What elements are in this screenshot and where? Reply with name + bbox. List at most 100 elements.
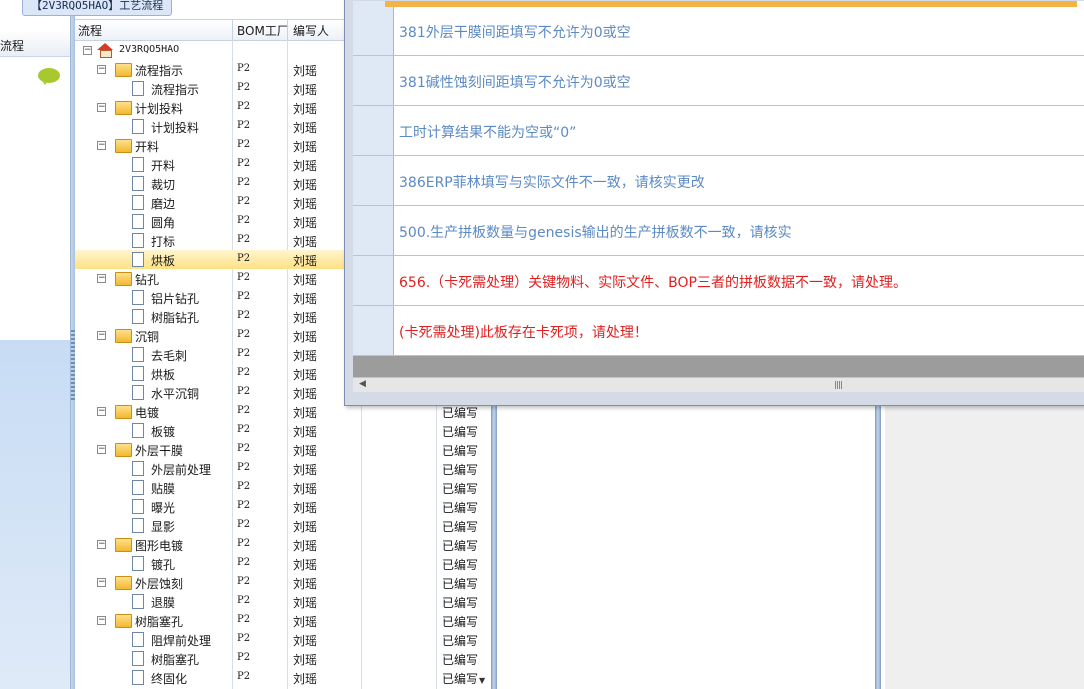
tree-step-row[interactable]: 打标 P2 刘瑶 [75,231,345,250]
collapse-icon[interactable]: − [97,274,106,283]
collapse-icon[interactable]: − [97,445,106,454]
collapse-icon[interactable]: − [97,616,106,625]
tree-step-row[interactable]: 裁切 P2 刘瑶 [75,174,345,193]
tree-step-row[interactable]: 贴膜 P2 刘瑶 [75,478,345,497]
document-icon [132,366,144,381]
bom-factory-cell: P2 [237,424,251,435]
error-row[interactable]: (卡死需处理)此板存在卡死项，请处理！ [353,306,1084,356]
collapse-icon[interactable]: − [97,141,106,150]
tree-folder-row[interactable]: − 钻孔 P2 刘瑶 [75,269,345,288]
status-cell: 已编写 [442,558,478,572]
tree-folder-row[interactable]: − 树脂塞孔 P2 刘瑶 [75,611,345,630]
error-row[interactable]: 386ERP菲林填写与实际文件不一致，请核实更改 [353,156,1084,206]
status-cell: 已编写 [442,539,478,553]
step-name: 计划投料 [151,121,200,135]
bom-factory-cell: P2 [237,386,251,397]
error-message: 656.（卡死需处理）关键物料、实际文件、BOP三者的拼板数据不一致，请处理。 [399,275,907,291]
writer-cell: 刘瑶 [293,558,318,572]
document-icon [132,632,144,647]
writer-cell: 刘瑶 [293,615,318,629]
bom-factory-cell: P2 [237,158,251,169]
tree-step-row[interactable]: 铝片钻孔 P2 刘瑶 [75,288,345,307]
step-name: 流程指示 [135,64,184,78]
document-icon [132,195,144,210]
tree-step-row[interactable]: 去毛刺 P2 刘瑶 [75,345,345,364]
tree-folder-row[interactable]: − 图形电镀 P2 刘瑶 [75,535,345,554]
tree-folder-row[interactable]: − 开料 P2 刘瑶 [75,136,345,155]
collapse-icon[interactable]: − [97,103,106,112]
collapse-icon[interactable]: − [97,407,106,416]
tree-step-row[interactable]: 计划投料 P2 刘瑶 [75,117,345,136]
tree-folder-row[interactable]: − 电镀 P2 刘瑶 [75,402,345,421]
collapse-icon[interactable]: − [97,578,106,587]
tree-step-row[interactable]: 磨边 P2 刘瑶 [75,193,345,212]
speech-bubble-icon[interactable] [38,68,60,85]
column-flow[interactable]: 流程 [78,22,102,39]
bom-factory-cell: P2 [237,652,251,663]
tree-step-row[interactable]: 镀孔 P2 刘瑶 [75,554,345,573]
column-writer[interactable]: 编写人 [293,22,329,39]
tree-step-row[interactable]: 树脂钻孔 P2 刘瑶 [75,307,345,326]
tree-folder-row[interactable]: − 流程指示 P2 刘瑶 [75,60,345,79]
tree-step-row[interactable]: 开料 P2 刘瑶 [75,155,345,174]
error-row[interactable]: 381碱性蚀刻间距填写不允许为0或空 [353,56,1084,106]
error-message: 381碱性蚀刻间距填写不允许为0或空 [399,75,631,91]
tree-step-row[interactable]: 显影 P2 刘瑶 [75,516,345,535]
panel-border [491,400,497,689]
bom-factory-cell: P2 [237,234,251,245]
scroll-grip-icon[interactable] [835,381,843,389]
left-panel-header[interactable]: 流程 [0,32,70,85]
home-icon [97,43,113,58]
tree-folder-row[interactable]: − 计划投料 P2 刘瑶 [75,98,345,117]
tree-step-row[interactable]: 阻焊前处理 P2 刘瑶 [75,630,345,649]
step-name: 树脂塞孔 [135,615,184,629]
tree-step-row[interactable]: 退膜 P2 刘瑶 [75,592,345,611]
tree-folder-row[interactable]: − 外层干膜 P2 刘瑶 [75,440,345,459]
tree-step-row[interactable]: 树脂塞孔 P2 刘瑶 [75,649,345,668]
tree-step-row[interactable]: 曝光 P2 刘瑶 [75,497,345,516]
folder-icon [115,614,132,628]
tree-folder-row[interactable]: − 外层蚀刻 P2 刘瑶 [75,573,345,592]
tree-step-row[interactable]: 圆角 P2 刘瑶 [75,212,345,231]
error-row[interactable]: 500.生产拼板数量与genesis输出的生产拼板数不一致，请核实 [353,206,1084,256]
step-name: 圆角 [151,216,176,230]
error-row[interactable]: 381外层干膜间距填写不允许为0或空 [353,6,1084,56]
status-cell: 已编写 [442,596,478,610]
collapse-icon[interactable]: − [83,46,92,55]
bom-factory-cell: P2 [237,291,251,302]
column-bom-factory[interactable]: BOM工厂 [237,22,289,39]
collapse-icon[interactable]: − [97,540,106,549]
document-icon [132,347,144,362]
tree-step-row[interactable]: 烘板 P2 刘瑶 [75,250,345,269]
tree-step-row[interactable]: 水平沉铜 P2 刘瑶 [75,383,345,402]
tree-step-row[interactable]: 烘板 P2 刘瑶 [75,364,345,383]
document-icon [132,423,144,438]
bom-factory-cell: P2 [237,462,251,473]
bom-factory-cell: P2 [237,120,251,131]
error-row[interactable]: 656.（卡死需处理）关键物料、实际文件、BOP三者的拼板数据不一致，请处理。 [353,256,1084,306]
status-cell: 已编写 [442,520,478,534]
tree-step-row[interactable]: 板镀 P2 刘瑶 [75,421,345,440]
collapse-icon[interactable]: − [97,331,106,340]
error-dialog: 381外层干膜间距填写不允许为0或空 381碱性蚀刻间距填写不允许为0或空工时计算… [344,0,1084,406]
writer-cell: 刘瑶 [293,216,318,230]
tree-step-row[interactable]: 外层前处理 P2 刘瑶 [75,459,345,478]
tree-step-row[interactable]: 流程指示 P2 刘瑶 [75,79,345,98]
scroll-down-icon[interactable]: ▼ [479,676,485,685]
horizontal-scrollbar[interactable]: ◀ [353,377,1084,392]
scroll-left-icon[interactable]: ◀ [359,379,366,389]
tree-step-row[interactable]: 终固化 P2 刘瑶 [75,668,345,687]
bom-factory-cell: P2 [237,538,251,549]
writer-cell: 刘瑶 [293,387,318,401]
document-icon [132,157,144,172]
status-cell: 已编写 [442,653,478,667]
error-row[interactable]: 工时计算结果不能为空或“0” [353,106,1084,156]
collapse-icon[interactable]: − [97,65,106,74]
document-icon [132,461,144,476]
panel-border [875,400,881,689]
step-name: 外层蚀刻 [135,577,184,591]
tree-root[interactable]: − 2V3RQO5HAO [75,41,345,60]
writer-cell: 刘瑶 [293,292,318,306]
tree-folder-row[interactable]: − 沉铜 P2 刘瑶 [75,326,345,345]
writer-cell: 刘瑶 [293,273,318,287]
